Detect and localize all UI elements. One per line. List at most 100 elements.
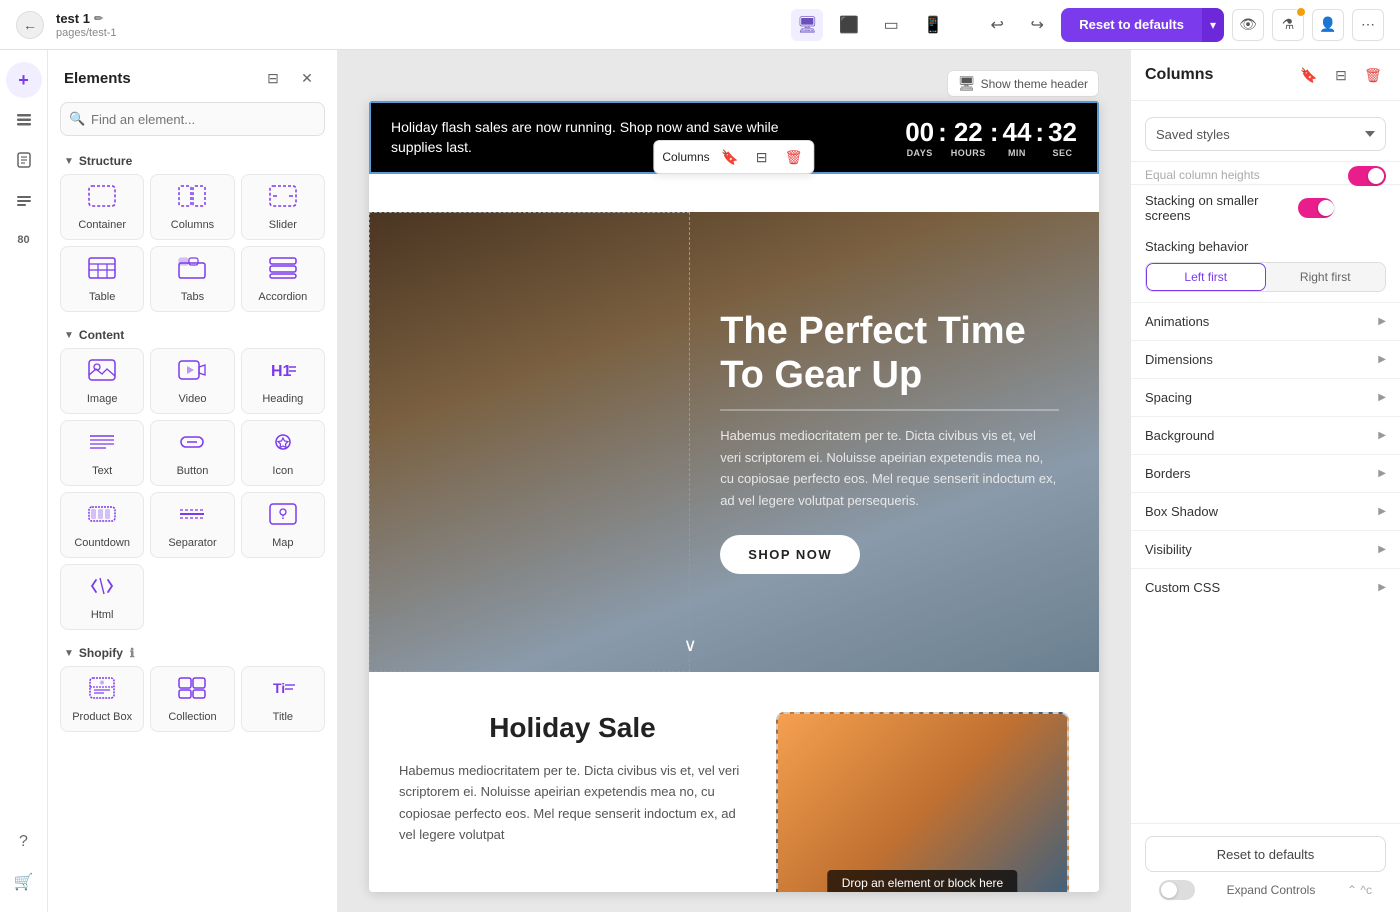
stacking-behavior-label: Stacking behavior [1145, 239, 1386, 254]
stacking-toggle[interactable] [1298, 198, 1334, 218]
equal-heights-label-row: Equal column heights [1131, 162, 1400, 185]
add-elements-button[interactable]: + [6, 62, 42, 98]
page-path: pages/test-1 [56, 27, 117, 39]
columns-label: Columns [171, 219, 214, 231]
countdown-sep-2: : [990, 117, 999, 158]
columns-copy-button[interactable]: ⊟ [750, 145, 774, 169]
accordion-element[interactable]: Accordion [241, 246, 325, 312]
countdown-days-label: DAYS [907, 148, 933, 158]
separator-element[interactable]: Separator [150, 492, 234, 558]
expand-toggle-knob [1161, 882, 1177, 898]
publish-button[interactable]: Reset to defaults [1061, 8, 1202, 42]
video-element[interactable]: Video [150, 348, 234, 414]
slider-label: Slider [269, 219, 297, 231]
topbar: ← test 1 ✏ pages/test-1 🖥 ⬛ ▭ 📱 ↩ ↪ Rese… [0, 0, 1400, 50]
flask-button[interactable]: ⚗ [1272, 9, 1304, 41]
cms-button[interactable]: 80 [6, 222, 42, 258]
spacing-accordion[interactable]: Spacing ▶ [1131, 378, 1400, 416]
background-accordion[interactable]: Background ▶ [1131, 416, 1400, 454]
drop-placeholder: Drop an element or block here [828, 870, 1017, 892]
search-input[interactable] [60, 102, 325, 136]
content-section-header[interactable]: ▼ Content [60, 320, 325, 348]
container-element[interactable]: Container [60, 174, 144, 240]
icon-element[interactable]: Icon [241, 420, 325, 486]
html-element[interactable]: Html [60, 564, 144, 630]
container-label: Container [78, 219, 126, 231]
map-element[interactable]: Map [241, 492, 325, 558]
visibility-accordion[interactable]: Visibility ▶ [1131, 530, 1400, 568]
shopify-section-header[interactable]: ▼ Shopify ℹ [60, 638, 325, 666]
box-shadow-accordion[interactable]: Box Shadow ▶ [1131, 492, 1400, 530]
columns-delete-button[interactable]: 🗑 [782, 145, 806, 169]
elements-panel-title: Elements [64, 70, 131, 87]
holiday-image-column[interactable]: Drop an element or block here [776, 712, 1069, 892]
panel-layout-button[interactable]: ⊟ [259, 64, 287, 92]
animations-accordion[interactable]: Animations ▶ [1131, 302, 1400, 340]
page-info: test 1 ✏ pages/test-1 [56, 11, 117, 39]
title-element[interactable]: Ti Title [241, 666, 325, 732]
help-button[interactable]: ? [6, 824, 42, 860]
equal-heights-toggle[interactable] [1348, 166, 1386, 186]
countdown-sec-num: 32 [1048, 117, 1077, 148]
show-theme-header-button[interactable]: 🖥 Show theme header [947, 70, 1099, 97]
text-element[interactable]: Text [60, 420, 144, 486]
borders-accordion[interactable]: Borders ▶ [1131, 454, 1400, 492]
dimensions-accordion[interactable]: Dimensions ▶ [1131, 340, 1400, 378]
custom-css-accordion[interactable]: Custom CSS ▶ [1131, 568, 1400, 606]
tabs-icon [178, 257, 206, 285]
desktop-view-button[interactable]: 🖥 [791, 9, 823, 41]
split-view-button[interactable]: ⬛ [833, 9, 865, 41]
borders-label: Borders [1145, 466, 1191, 481]
mobile-view-button[interactable]: 📱 [917, 9, 949, 41]
structure-label: Structure [79, 154, 132, 168]
collaborators-button[interactable]: 👤 [1312, 9, 1344, 41]
tablet-view-button[interactable]: ▭ [875, 9, 907, 41]
edit-page-name-icon[interactable]: ✏ [94, 12, 103, 25]
collection-element[interactable]: Collection [150, 666, 234, 732]
store-button[interactable]: 🛒 [6, 864, 42, 900]
tabs-label: Tabs [181, 291, 204, 303]
panel-header-actions: ⊟ ✕ [259, 64, 321, 92]
right-first-button[interactable]: Right first [1266, 263, 1386, 291]
countdown-sec-label: SEC [1053, 148, 1073, 158]
panel-close-button[interactable]: ✕ [293, 64, 321, 92]
separator-label: Separator [168, 537, 216, 549]
preview-button[interactable]: 👁 [1232, 9, 1264, 41]
html-icon [88, 575, 116, 603]
product-box-element[interactable]: Product Box [60, 666, 144, 732]
saved-styles-select[interactable]: Saved styles [1145, 117, 1386, 151]
countdown-element[interactable]: Countdown [60, 492, 144, 558]
right-panel-delete-button[interactable]: 🗑 [1360, 62, 1386, 88]
box-shadow-label: Box Shadow [1145, 504, 1218, 519]
right-panel-copy-button[interactable]: ⊟ [1328, 62, 1354, 88]
animations-arrow-icon: ▶ [1378, 316, 1386, 327]
reset-to-defaults-button[interactable]: Reset to defaults [1145, 836, 1386, 872]
publish-dropdown-button[interactable]: ▾ [1202, 8, 1224, 42]
heading-element[interactable]: H1 Heading [241, 348, 325, 414]
hero-section[interactable]: The Perfect Time To Gear Up Habemus medi… [369, 212, 1099, 672]
countdown-sep-3: : [1035, 117, 1044, 158]
columns-bookmark-button[interactable]: 🔖 [718, 145, 742, 169]
left-first-button[interactable]: Left first [1146, 263, 1266, 291]
tabs-element[interactable]: Tabs [150, 246, 234, 312]
pages-button[interactable] [6, 142, 42, 178]
structure-section-header[interactable]: ▼ Structure [60, 146, 325, 174]
more-options-button[interactable]: ⋯ [1352, 9, 1384, 41]
hero-left-column[interactable] [369, 212, 690, 672]
right-panel-bookmark-button[interactable]: 🔖 [1296, 62, 1322, 88]
hero-chevron-icon: ∨ [684, 635, 697, 656]
redo-button[interactable]: ↪ [1021, 9, 1053, 41]
nav-button[interactable] [6, 182, 42, 218]
button-element[interactable]: Button [150, 420, 234, 486]
undo-button[interactable]: ↩ [981, 9, 1013, 41]
slider-element[interactable]: Slider [241, 174, 325, 240]
hero-right-column[interactable]: The Perfect Time To Gear Up Habemus medi… [690, 212, 1099, 672]
back-button[interactable]: ← [16, 11, 44, 39]
page-title-row: test 1 ✏ [56, 11, 117, 26]
table-element[interactable]: Table [60, 246, 144, 312]
image-element[interactable]: Image [60, 348, 144, 414]
layers-button[interactable] [6, 102, 42, 138]
expand-controls-toggle[interactable] [1159, 880, 1195, 900]
columns-element[interactable]: Columns [150, 174, 234, 240]
shop-now-button[interactable]: SHOP NOW [720, 535, 860, 574]
